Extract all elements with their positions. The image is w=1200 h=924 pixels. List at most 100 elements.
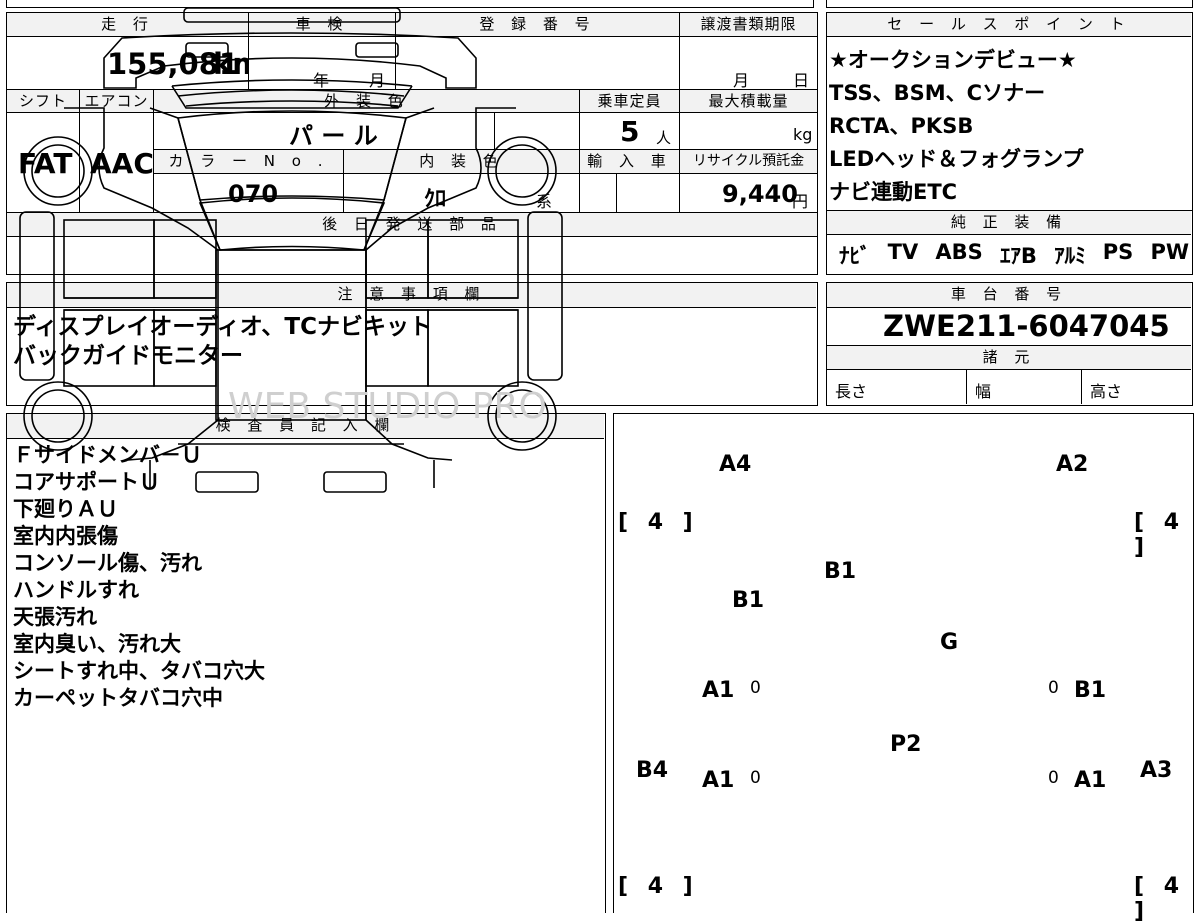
equipment-item: ｴｱB bbox=[999, 244, 1037, 268]
capacity-value: 5 bbox=[620, 115, 640, 148]
right-front-door-panel bbox=[365, 219, 429, 299]
left-front-door-panel bbox=[153, 219, 217, 299]
capacity-unit: 人 bbox=[656, 129, 672, 147]
left-quarter bbox=[19, 211, 55, 381]
equipment-item: TV bbox=[887, 240, 919, 264]
chassis-value: ZWE211-6047045 bbox=[883, 309, 1170, 343]
sales-point-item: TSS、BSM、Cソナー bbox=[829, 81, 1046, 105]
left-body-side bbox=[64, 107, 219, 461]
sales-points-list: ★オークションデビュー★ TSS、BSM、Cソナー RCTA、PKSB LEDヘ… bbox=[829, 44, 1084, 209]
transfer-header: 譲渡書類期限 bbox=[680, 13, 817, 37]
left-rear-door bbox=[63, 309, 155, 387]
mark-left-quarter: B4 bbox=[636, 758, 669, 783]
right-front-wheel bbox=[487, 136, 557, 206]
grille bbox=[171, 79, 413, 107]
right-rear-door-panel bbox=[365, 309, 429, 387]
width-label: 幅 bbox=[975, 382, 992, 401]
sales-points-box: セ ー ル ス ポ イ ン ト ★オークションデビュー★ TSS、BSM、Cソナ… bbox=[826, 12, 1193, 212]
maxload-unit: kg bbox=[793, 125, 813, 144]
front-bumper bbox=[183, 7, 401, 23]
top-strip-right bbox=[826, 0, 1193, 8]
mark-right-quarter: A3 bbox=[1140, 758, 1173, 783]
transfer-month: 月 bbox=[733, 71, 750, 90]
tire-front-left: [ 4 ] bbox=[618, 510, 699, 535]
chassis-cell: ZWE211-6047045 bbox=[827, 308, 1191, 346]
chassis-box: 車 台 番 号 ZWE211-6047045 諸 元 長さ 幅 高さ bbox=[826, 282, 1193, 406]
sales-points-header: セ ー ル ス ポ イ ン ト bbox=[827, 13, 1191, 37]
watermark: WEB STUDIO PRO bbox=[228, 386, 547, 427]
capacity-cell: 5 人 bbox=[580, 113, 680, 150]
rear-body bbox=[149, 443, 435, 488]
left-front-wheel bbox=[23, 136, 93, 206]
length-label: 長さ bbox=[835, 382, 868, 401]
maxload-header: 最大積載量 bbox=[680, 90, 817, 113]
height-label: 高さ bbox=[1090, 382, 1123, 401]
recycle-header: リサイクル預託金 bbox=[680, 150, 817, 174]
mark-left-front-door: A1 bbox=[702, 678, 735, 703]
car-diagram: WEB STUDIO PRO bbox=[19, 7, 563, 493]
import-cell-b bbox=[617, 174, 680, 213]
sales-point-item: ナビ連動ETC bbox=[829, 180, 958, 204]
right-front-wheel-inner bbox=[495, 144, 549, 198]
inspector-line: 下廻りＡＵ bbox=[13, 497, 118, 521]
equipment-item: ABS bbox=[935, 240, 983, 264]
transfer-day: 日 bbox=[793, 71, 810, 90]
inspector-line: シートすれ中、タバコ穴大 bbox=[13, 659, 265, 683]
zero-left-front: 0 bbox=[750, 678, 761, 698]
mark-hood-rear: G bbox=[940, 630, 959, 655]
equipment-item: ｱﾙﾐ bbox=[1054, 244, 1086, 268]
windshield bbox=[176, 110, 408, 201]
recycle-value: 9,440 bbox=[722, 180, 798, 208]
inspector-line: ハンドルすれ bbox=[13, 578, 139, 602]
recycle-cell: 9,440 円 bbox=[680, 174, 817, 213]
inspector-line: コンソール傷、汚れ bbox=[13, 551, 202, 575]
left-rear-door-panel bbox=[153, 309, 217, 387]
recycle-unit: 円 bbox=[792, 192, 809, 211]
zero-left-rear: 0 bbox=[750, 768, 761, 788]
zero-right-rear: 0 bbox=[1048, 768, 1059, 788]
mark-front-right: A2 bbox=[1056, 452, 1089, 477]
equipment-item: ﾅﾋﾞ bbox=[839, 244, 871, 268]
mark-left-rear-door: A1 bbox=[702, 768, 735, 793]
left-rear-wheel bbox=[23, 381, 93, 451]
right-quarter bbox=[527, 211, 563, 381]
mark-right-rear-door: A1 bbox=[1074, 768, 1107, 793]
capacity-header: 乗車定員 bbox=[580, 90, 680, 113]
left-headlamp bbox=[185, 42, 229, 58]
sales-point-item: LEDヘッド＆フォグランプ bbox=[829, 147, 1084, 171]
zero-right-front: 0 bbox=[1048, 678, 1059, 698]
width-cell: 幅 bbox=[967, 370, 1082, 404]
length-cell: 長さ bbox=[827, 370, 967, 404]
height-cell: 高さ bbox=[1082, 370, 1191, 404]
left-taillamp bbox=[195, 471, 259, 493]
inspector-line: 天張汚れ bbox=[13, 605, 97, 629]
left-front-door bbox=[63, 219, 155, 299]
right-taillamp bbox=[323, 471, 387, 493]
mark-front-left: A4 bbox=[719, 452, 752, 477]
mark-roof: P2 bbox=[890, 732, 922, 757]
standard-equipment-box: 純 正 装 備 ﾅﾋﾞ TV ABS ｴｱB ｱﾙﾐ PS PW bbox=[826, 210, 1193, 275]
tire-rear-right: [ 4 ] bbox=[1134, 874, 1186, 924]
mark-right-front-door: B1 bbox=[1074, 678, 1107, 703]
transfer-cell: 月 日 bbox=[680, 37, 817, 90]
tire-front-right: [ 4 ] bbox=[1134, 510, 1186, 560]
mark-windshield: B1 bbox=[824, 559, 857, 584]
left-front-wheel-inner bbox=[31, 144, 85, 198]
mark-left-fender: B1 bbox=[732, 588, 765, 613]
inspector-line: 室内内張傷 bbox=[13, 524, 118, 548]
sales-point-item: RCTA、PKSB bbox=[829, 114, 974, 138]
equipment-item: PS bbox=[1102, 240, 1134, 264]
standard-equipment-header: 純 正 装 備 bbox=[827, 211, 1191, 235]
left-sill bbox=[64, 297, 216, 311]
right-headlamp bbox=[355, 42, 399, 58]
inspector-line: カーペットタバコ穴中 bbox=[13, 686, 223, 710]
sales-point-item: ★オークションデビュー★ bbox=[829, 48, 1077, 72]
left-rear-wheel-inner bbox=[31, 389, 85, 443]
import-cell-a bbox=[580, 174, 617, 213]
import-header: 輸 入 車 bbox=[580, 150, 680, 174]
inspector-line: 室内臭い、汚れ大 bbox=[13, 632, 181, 656]
standard-equipment-list: ﾅﾋﾞ TV ABS ｴｱB ｱﾙﾐ PS PW bbox=[839, 240, 1189, 270]
right-rear-door bbox=[427, 309, 519, 387]
equipment-item: PW bbox=[1150, 240, 1189, 264]
car-diagram-box: WEB STUDIO PRO A4 A2 B1 B1 G A1 0 B1 0 P… bbox=[19, 7, 1194, 924]
